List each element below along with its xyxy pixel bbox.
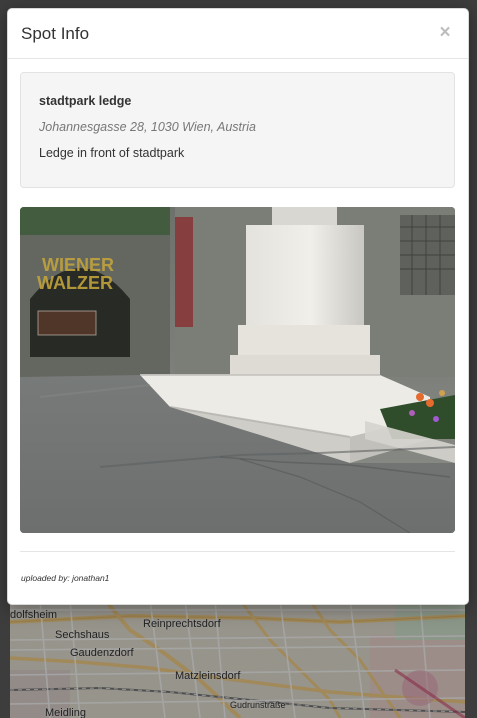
spot-description: Ledge in front of stadtpark: [39, 146, 185, 160]
uploaded-by: uploaded by: jonathan1: [21, 573, 109, 583]
spot-address: Johannesgasse 28, 1030 Wien, Austria: [39, 120, 256, 134]
uploaded-by-label: uploaded by:: [21, 573, 70, 583]
close-button[interactable]: ×: [436, 21, 454, 43]
spot-details-panel: stadtpark ledge Johannesgasse 28, 1030 W…: [20, 72, 455, 188]
spot-photo-illustration: WIENER WALZER: [20, 207, 455, 533]
spot-photo: WIENER WALZER: [20, 207, 455, 533]
modal-header: Spot Info ×: [8, 9, 468, 59]
spot-name: stadtpark ledge: [39, 94, 132, 108]
photo-sign-text-2: WALZER: [37, 273, 113, 293]
modal-title: Spot Info: [21, 24, 90, 43]
close-icon: ×: [439, 21, 451, 43]
footer-divider: [20, 551, 455, 552]
spot-info-modal: Spot Info × stadtpark ledge Johannesgass…: [7, 8, 469, 605]
uploader-name: jonathan1: [72, 573, 110, 583]
photo-sign-text-1: WIENER: [42, 255, 114, 275]
